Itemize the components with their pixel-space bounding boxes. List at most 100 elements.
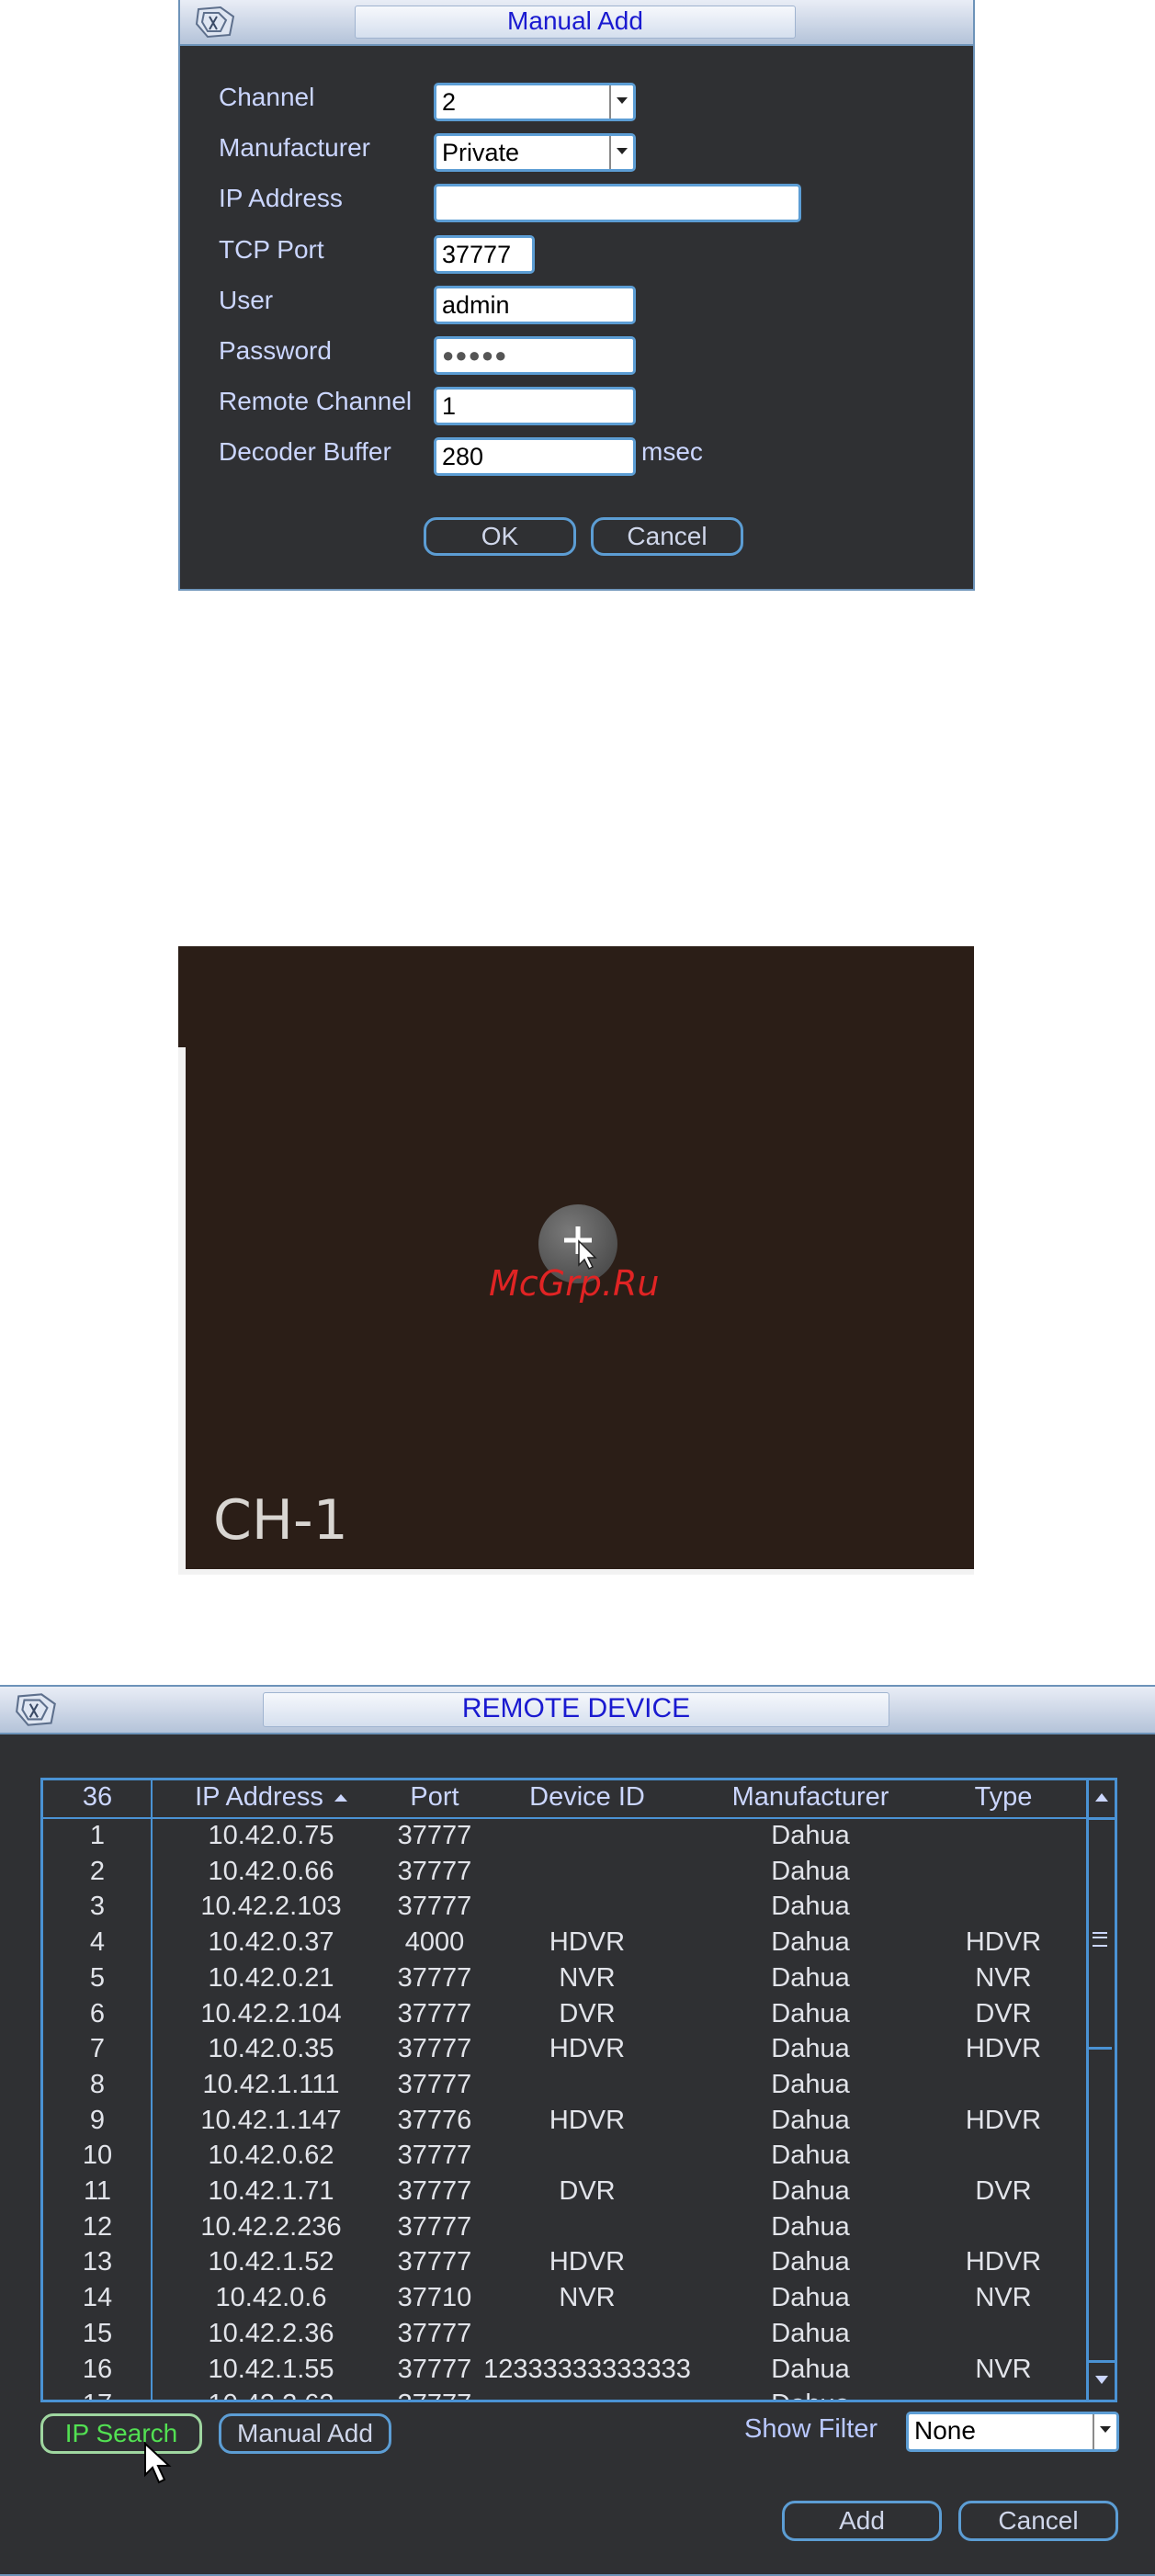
table-row[interactable]: 2 10.42.0.66 37777 Dahua <box>43 1857 1092 1892</box>
channel-dropdown[interactable]: 2 <box>434 83 636 121</box>
manual-add-title: Manual Add <box>355 6 796 39</box>
col-ip-address-label: IP Address <box>195 1782 323 1812</box>
table-row[interactable]: 8 10.42.1.111 37777 Dahua <box>43 2070 1092 2106</box>
cell-port: 37777 <box>397 2354 472 2384</box>
table-row[interactable]: 1 10.42.0.75 37777 Dahua <box>43 1821 1092 1857</box>
channel-value: 2 <box>442 88 457 116</box>
cell-row-number: 16 <box>82 2354 113 2384</box>
table-row[interactable]: 6 10.42.2.104 37777 DVR Dahua DVR <box>43 1999 1092 2035</box>
cell-device-id: NVR <box>559 1962 616 1993</box>
table-row[interactable]: 12 10.42.2.236 37777 Dahua <box>43 2212 1092 2248</box>
table-row[interactable]: 10 10.42.0.62 37777 Dahua <box>43 2141 1092 2176</box>
col-port[interactable]: Port <box>391 1782 479 1813</box>
cell-type: NVR <box>975 2354 1032 2384</box>
table-row[interactable]: 7 10.42.0.35 37777 HDVR Dahua HDVR <box>43 2034 1092 2070</box>
ip-address-label: IP Address <box>219 184 343 212</box>
table-row[interactable]: 15 10.42.2.36 37777 Dahua <box>43 2319 1092 2355</box>
cell-device-id: DVR <box>559 1998 616 2028</box>
remote-channel-input[interactable]: 1 <box>434 387 636 425</box>
cell-ip-address: 10.42.0.35 <box>208 2034 334 2064</box>
cell-port: 4000 <box>404 1927 465 1958</box>
cell-row-number: 4 <box>89 1927 106 1958</box>
cell-type: NVR <box>975 1962 1032 1993</box>
col-manufacturer[interactable]: Manufacturer <box>696 1782 925 1813</box>
preview-left-edge <box>178 1047 186 1575</box>
table-row[interactable]: 11 10.42.1.71 37777 DVR Dahua DVR <box>43 2176 1092 2212</box>
cell-port: 37777 <box>397 2141 472 2171</box>
ok-button[interactable]: OK <box>424 517 576 556</box>
remote-device-title: REMOTE DEVICE <box>263 1692 889 1727</box>
cell-manufacturer: Dahua <box>771 1927 850 1958</box>
table-row[interactable]: 1710.42.2.6237777 Dahua <box>43 2390 1092 2400</box>
channel-label: Channel <box>219 83 315 111</box>
cell-row-number: 13 <box>82 2247 113 2277</box>
cell-ip-address: 10.42.0.62 <box>208 2141 334 2171</box>
add-button[interactable]: Add <box>782 2501 942 2541</box>
channel-preview[interactable]: McGrp.Ru CH-1 <box>178 946 974 1575</box>
filter-dropdown[interactable]: None <box>906 2412 1119 2452</box>
show-filter-label: Show Filter <box>744 2414 878 2444</box>
table-row[interactable]: 16 10.42.1.55 37777 12333333333333 Dahua NVR <box>43 2355 1092 2390</box>
cell-ip-address: 10.42.2.62 <box>152 2390 391 2400</box>
chevron-down-icon[interactable] <box>609 85 633 119</box>
cell-port: 37777 <box>397 1962 472 1993</box>
manufacturer-dropdown[interactable]: Private <box>434 133 636 172</box>
cell-row-number: 3 <box>89 1892 106 1922</box>
manual-add-titlebar: Manual Add <box>180 0 973 46</box>
cell-type: DVR <box>975 2176 1032 2206</box>
col-device-id[interactable]: Device ID <box>479 1782 696 1813</box>
manual-add-button[interactable]: Manual Add <box>219 2413 391 2454</box>
col-count[interactable]: 36 <box>43 1782 152 1813</box>
cell-manufacturer: Dahua <box>771 2034 850 2064</box>
ip-address-input[interactable] <box>434 184 801 222</box>
cell-row-number: 10 <box>82 2141 113 2171</box>
decoder-buffer-input[interactable]: 280 <box>434 437 636 476</box>
password-input[interactable]: ●●●●● <box>434 336 636 375</box>
table-row[interactable]: 14 10.42.0.6 37710 NVR Dahua NVR <box>43 2283 1092 2319</box>
cell-row-number: 17 <box>43 2390 152 2400</box>
cell-ip-address: 10.42.2.103 <box>200 1892 342 1922</box>
table-scrollbar[interactable] <box>1086 1780 1115 2400</box>
table-row[interactable]: 5 10.42.0.21 37777 NVR Dahua NVR <box>43 1963 1092 1999</box>
user-input[interactable]: admin <box>434 286 636 324</box>
chevron-down-icon[interactable] <box>609 136 633 169</box>
password-label: Password <box>219 336 332 365</box>
cell-ip-address: 10.42.0.21 <box>208 1962 334 1993</box>
cell-device-id: HDVR <box>549 2105 626 2135</box>
scroll-up-icon[interactable] <box>1089 1780 1115 1820</box>
remote-device-titlebar: REMOTE DEVICE <box>0 1687 1155 1734</box>
table-row[interactable]: 4 10.42.0.37 4000 HDVR Dahua HDVR <box>43 1927 1092 1963</box>
cancel-button[interactable]: Cancel <box>591 517 743 556</box>
cell-ip-address: 10.42.1.111 <box>202 2069 340 2099</box>
col-type[interactable]: Type <box>925 1782 1081 1813</box>
device-table: 36 IP Address Port Device ID Manufacture… <box>40 1778 1117 2402</box>
scroll-thumb[interactable] <box>1089 1817 1112 2050</box>
tcp-port-input[interactable]: 37777 <box>434 235 535 274</box>
col-ip-address[interactable]: IP Address <box>152 1782 391 1813</box>
decoder-buffer-unit: msec <box>641 437 703 466</box>
manufacturer-label: Manufacturer <box>219 133 370 162</box>
scroll-down-icon[interactable] <box>1089 2360 1115 2400</box>
cell-device-id: HDVR <box>549 1927 626 1958</box>
cell-manufacturer: Dahua <box>771 2283 850 2313</box>
cell-row-number: 9 <box>89 2105 106 2135</box>
cancel-button[interactable]: Cancel <box>958 2501 1118 2541</box>
chevron-down-icon[interactable] <box>1093 2414 1116 2449</box>
cell-type: HDVR <box>965 2247 1042 2277</box>
table-row[interactable]: 9 10.42.1.147 37776 HDVR Dahua HDVR <box>43 2106 1092 2141</box>
decoder-buffer-label: Decoder Buffer <box>219 437 391 466</box>
cell-manufacturer: Dahua <box>771 1998 850 2028</box>
cell-row-number: 5 <box>89 1962 106 1993</box>
remote-channel-label: Remote Channel <box>219 387 413 415</box>
cell-row-number: 1 <box>89 1821 106 1850</box>
cell-ip-address: 10.42.1.71 <box>208 2176 334 2206</box>
ip-search-button[interactable]: IP Search <box>40 2413 202 2454</box>
cell-type: HDVR <box>965 2034 1042 2064</box>
cell-port: 37777 <box>397 2176 472 2206</box>
cell-ip-address: 10.42.0.6 <box>215 2283 327 2313</box>
cell-ip-address: 10.42.2.104 <box>200 1998 342 2028</box>
table-row[interactable]: 3 10.42.2.103 37777 Dahua <box>43 1892 1092 1927</box>
cell-manufacturer: Dahua <box>771 2211 850 2242</box>
table-row[interactable]: 13 10.42.1.52 37777 HDVR Dahua HDVR <box>43 2247 1092 2283</box>
app-logo-icon <box>193 4 239 45</box>
